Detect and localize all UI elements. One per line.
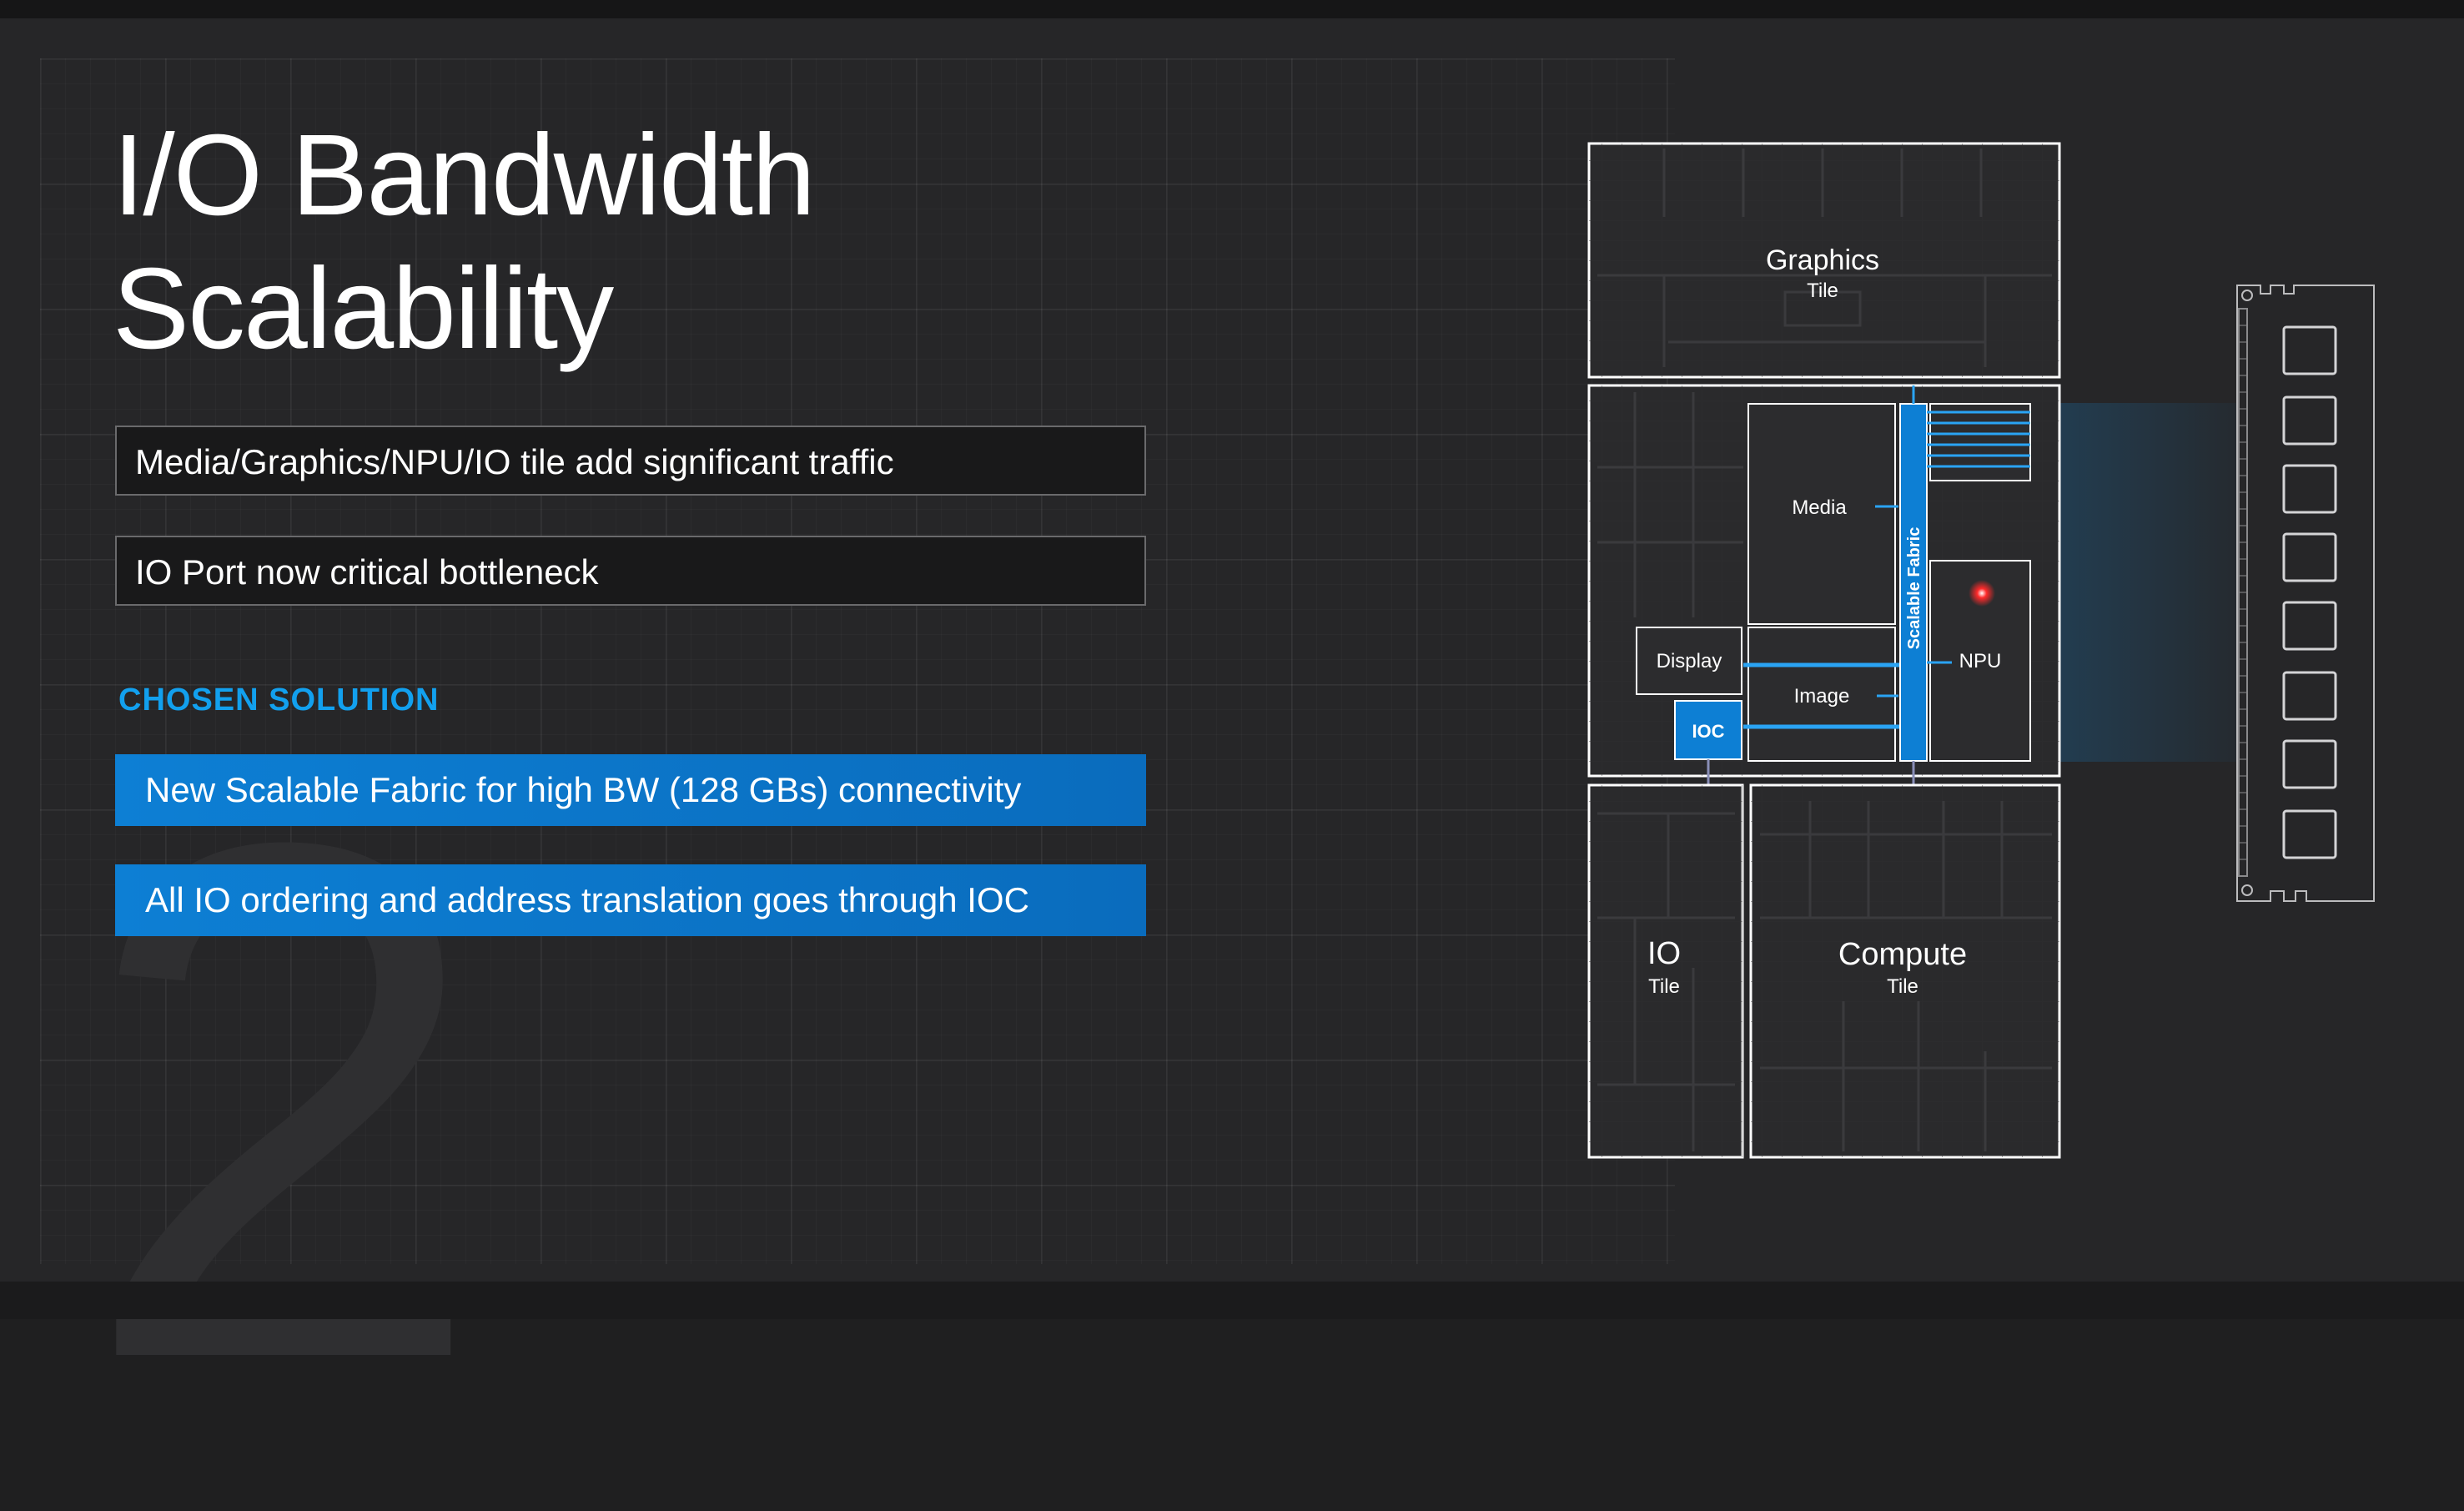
io-tile-name: IO	[1647, 936, 1681, 971]
memory-dimm-icon	[2236, 285, 2375, 902]
graphics-tile-sub: Tile	[1807, 280, 1838, 302]
npu-label: NPU	[1959, 650, 2002, 672]
io-tile-sub: Tile	[1648, 975, 1680, 998]
display-label: Display	[1657, 650, 1722, 672]
graphics-tile-name: Graphics	[1766, 244, 1879, 276]
soc-tile: Media Image Display IOC Scalable Fabric	[1587, 384, 2061, 803]
soc-diagram: Graphics Tile Media Image Display IOC Sc…	[1587, 142, 2375, 1159]
io-tile: IO Tile	[1587, 783, 1744, 1159]
io-port-block	[1929, 403, 2031, 481]
compute-tile: Compute Tile	[1749, 783, 2061, 1159]
bottom-bar	[0, 1282, 2464, 1319]
graphics-tile: Graphics Tile	[1587, 142, 2061, 379]
image-label: Image	[1794, 685, 1850, 708]
media-label: Media	[1792, 496, 1847, 519]
npu-activity-dot	[1969, 580, 1995, 607]
compute-tile-name: Compute	[1838, 937, 1967, 972]
ioc-label: IOC	[1692, 721, 1724, 742]
memory-beam	[2035, 403, 2244, 762]
slide: 2 I/O Bandwidth Scalability Media/Graphi…	[0, 0, 2464, 1468]
fabric-label: Scalable Fabric	[1905, 527, 1923, 650]
compute-tile-sub: Tile	[1887, 975, 1918, 998]
